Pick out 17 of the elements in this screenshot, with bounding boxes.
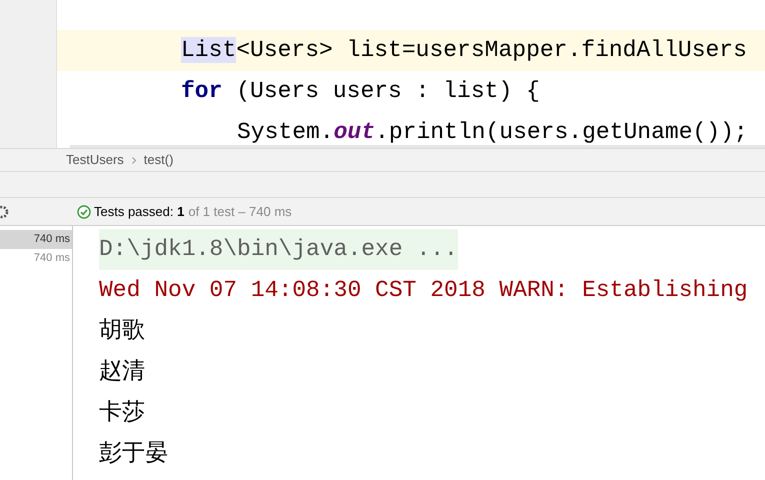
console-line: 彭于晏 (99, 440, 168, 469)
code-line: System.out.println(users.getUname()); (237, 121, 748, 144)
console-line: Wed Nov 07 14:08:30 CST 2018 WARN: Establishing (99, 276, 748, 305)
check-icon (77, 204, 91, 218)
console-line: 卡莎 (99, 399, 145, 428)
console-line: 胡歌 (99, 317, 145, 346)
breadcrumb-item[interactable]: TestUsers (66, 150, 124, 170)
code-line: List<Users> list=usersMapper.findAllUsers (181, 39, 747, 62)
console-line: 赵清 (99, 358, 145, 387)
breadcrumb-item[interactable]: test() (144, 150, 174, 170)
code-line: for (Users users : list) { (181, 80, 540, 103)
tests-passed-text: Tests passed: 1 (94, 202, 184, 221)
settings-icon[interactable] (0, 204, 10, 220)
test-duration-text: of 1 test – 740 ms (188, 202, 292, 221)
test-tree-row[interactable]: 740 ms (0, 230, 72, 249)
test-tree-row[interactable]: 740 ms (0, 249, 72, 268)
chevron-icon (132, 156, 136, 164)
